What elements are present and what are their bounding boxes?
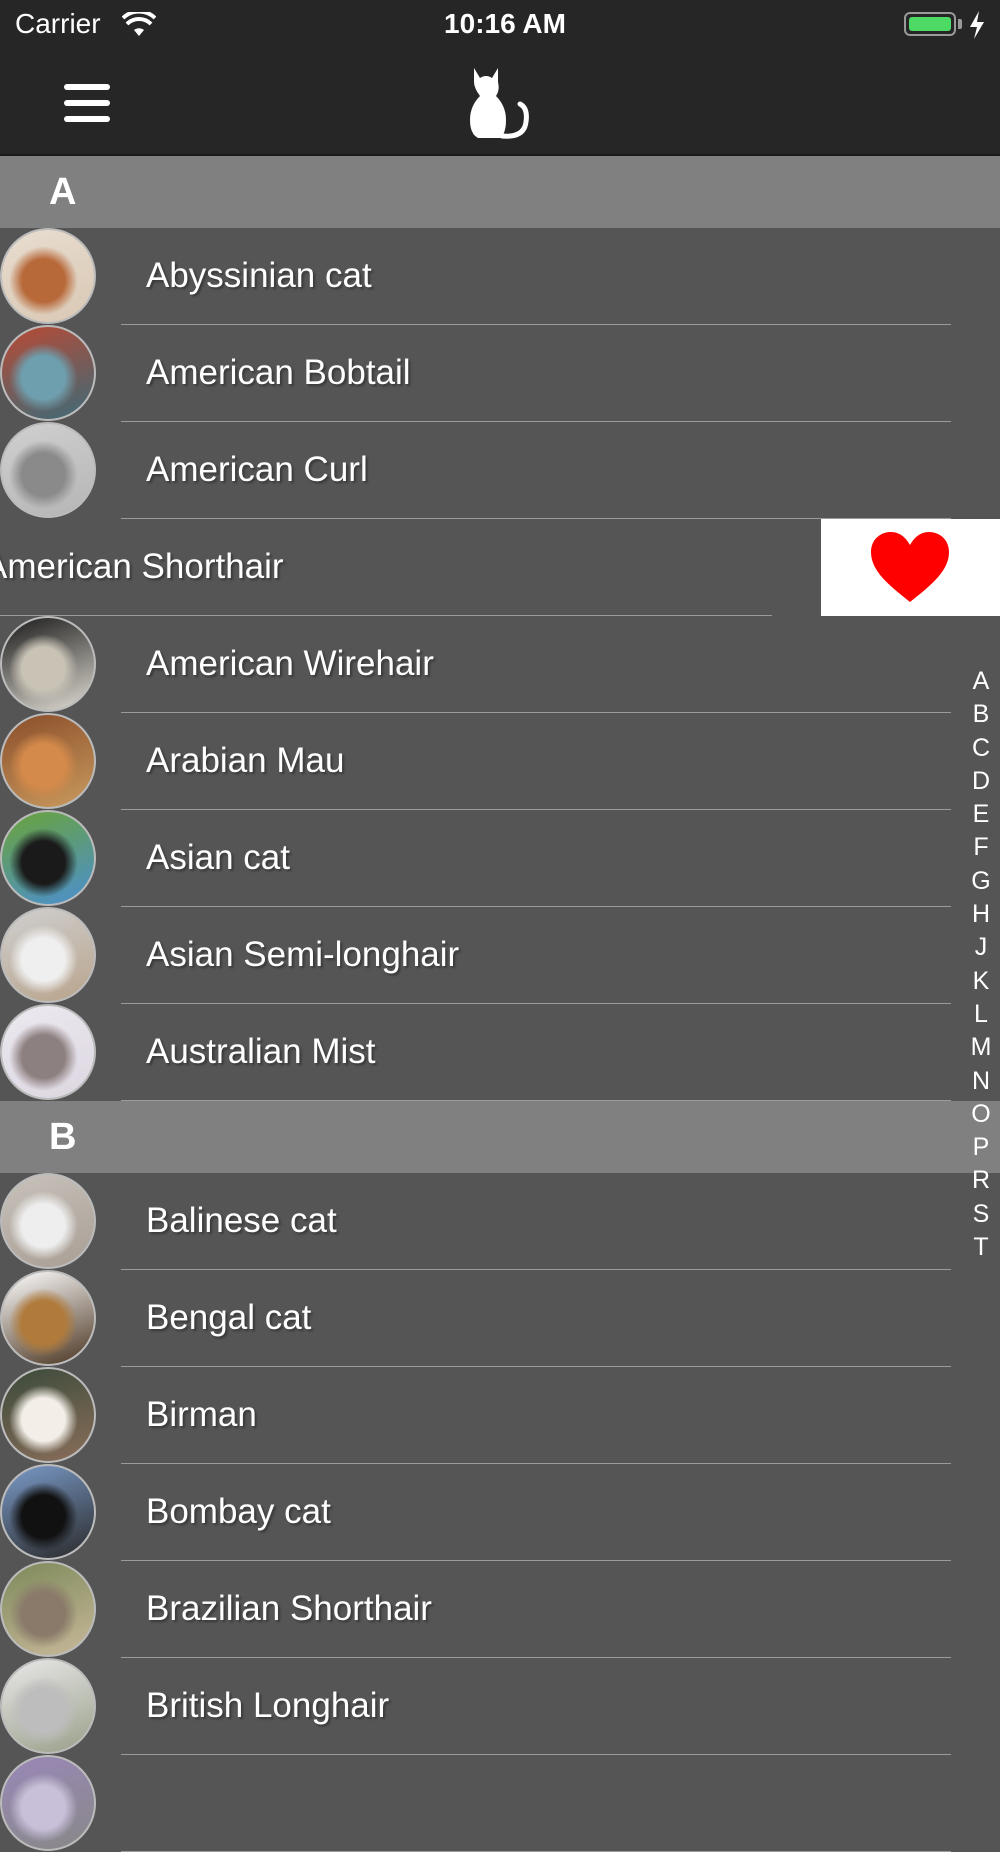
index-letter[interactable]: E	[962, 798, 1000, 831]
breed-row[interactable]: American Wirehair	[0, 616, 1000, 713]
section-header: B	[0, 1101, 1000, 1173]
breed-thumbnail	[0, 1658, 96, 1754]
breed-name: Abyssinian cat	[146, 256, 372, 295]
breed-list[interactable]: A Abyssinian cat American Bobtail American …	[0, 156, 1000, 1852]
breed-thumbnail	[0, 713, 96, 809]
breed-thumbnail	[0, 1173, 96, 1269]
index-letter[interactable]: J	[962, 931, 1000, 964]
breed-name: American Shorthair	[0, 547, 284, 586]
breed-row[interactable]	[0, 1755, 1000, 1852]
index-letter[interactable]: T	[962, 1231, 1000, 1264]
breed-row[interactable]: Balinese cat	[0, 1173, 1000, 1270]
breed-row[interactable]: Australian Mist	[0, 1004, 1000, 1101]
breed-name: Arabian Mau	[146, 741, 345, 780]
index-letter[interactable]: R	[962, 1164, 1000, 1197]
breed-row[interactable]: Bengal cat	[0, 1270, 1000, 1367]
index-letter[interactable]: P	[962, 1131, 1000, 1164]
breed-row[interactable]: American Shorthair	[0, 519, 1000, 616]
breed-name: Birman	[146, 1395, 257, 1434]
index-letter[interactable]: H	[962, 898, 1000, 931]
breed-thumbnail	[0, 1561, 96, 1657]
index-letter[interactable]: S	[962, 1198, 1000, 1231]
index-letter[interactable]: A	[962, 665, 1000, 698]
breed-name: American Bobtail	[146, 353, 411, 392]
breed-name: Asian Semi-longhair	[146, 935, 460, 974]
index-letter[interactable]: N	[962, 1065, 1000, 1098]
index-letter[interactable]: L	[962, 998, 1000, 1031]
index-letter[interactable]: D	[962, 765, 1000, 798]
breed-thumbnail	[0, 1004, 96, 1100]
section-header: A	[0, 156, 1000, 228]
breed-thumbnail	[0, 616, 96, 712]
breed-name: Bengal cat	[146, 1298, 312, 1337]
heart-icon	[871, 532, 949, 602]
breed-name: Bombay cat	[146, 1492, 331, 1531]
breed-thumbnail	[0, 1367, 96, 1463]
index-letter[interactable]: F	[962, 831, 1000, 864]
index-letter[interactable]: C	[962, 732, 1000, 765]
breed-row[interactable]: Abyssinian cat	[0, 228, 1000, 325]
breed-row[interactable]: American Curl	[0, 422, 1000, 519]
breed-name: Balinese cat	[146, 1201, 337, 1240]
charging-bolt-icon	[970, 11, 984, 39]
breed-thumbnail	[0, 422, 96, 518]
breed-thumbnail	[0, 1270, 96, 1366]
breed-row[interactable]: American Bobtail	[0, 325, 1000, 422]
status-time: 10:16 AM	[444, 8, 566, 39]
status-bar: Carrier 10:16 AM	[0, 0, 1000, 52]
breed-row[interactable]: Asian cat	[0, 810, 1000, 907]
breed-name: Asian cat	[146, 838, 290, 877]
index-letter[interactable]: G	[962, 865, 1000, 898]
favorite-action-button[interactable]	[821, 519, 1000, 616]
breed-row[interactable]: Bombay cat	[0, 1464, 1000, 1561]
breed-row[interactable]: Asian Semi-longhair	[0, 907, 1000, 1004]
navigation-bar	[0, 52, 1000, 156]
battery-cap	[958, 19, 962, 29]
row-separator	[121, 1100, 951, 1101]
hamburger-menu-icon[interactable]	[58, 80, 116, 126]
breed-thumbnail	[0, 228, 96, 324]
breed-row[interactable]: Arabian Mau	[0, 713, 1000, 810]
breed-row[interactable]: British Longhair	[0, 1658, 1000, 1755]
breed-name: American Curl	[146, 450, 368, 489]
index-letter[interactable]: O	[962, 1098, 1000, 1131]
breed-thumbnail	[0, 810, 96, 906]
breed-row[interactable]: Birman	[0, 1367, 1000, 1464]
battery-level	[909, 17, 951, 31]
index-letter[interactable]: K	[962, 965, 1000, 998]
breed-thumbnail	[0, 325, 96, 421]
index-letter[interactable]: M	[962, 1031, 1000, 1064]
breed-name: British Longhair	[146, 1686, 390, 1725]
breed-thumbnail	[0, 907, 96, 1003]
index-letter[interactable]: B	[962, 698, 1000, 731]
breed-name: American Wirehair	[146, 644, 434, 683]
battery-icon	[904, 12, 956, 36]
breed-thumbnail	[0, 1755, 96, 1851]
section-index[interactable]: ABCDEFGHJKLMNOPRST	[962, 665, 1000, 1264]
cat-silhouette-icon	[470, 68, 529, 139]
breed-name: Brazilian Shorthair	[146, 1589, 432, 1628]
breed-row[interactable]: Brazilian Shorthair	[0, 1561, 1000, 1658]
breed-thumbnail	[0, 1464, 96, 1560]
breed-name: Australian Mist	[146, 1032, 376, 1071]
